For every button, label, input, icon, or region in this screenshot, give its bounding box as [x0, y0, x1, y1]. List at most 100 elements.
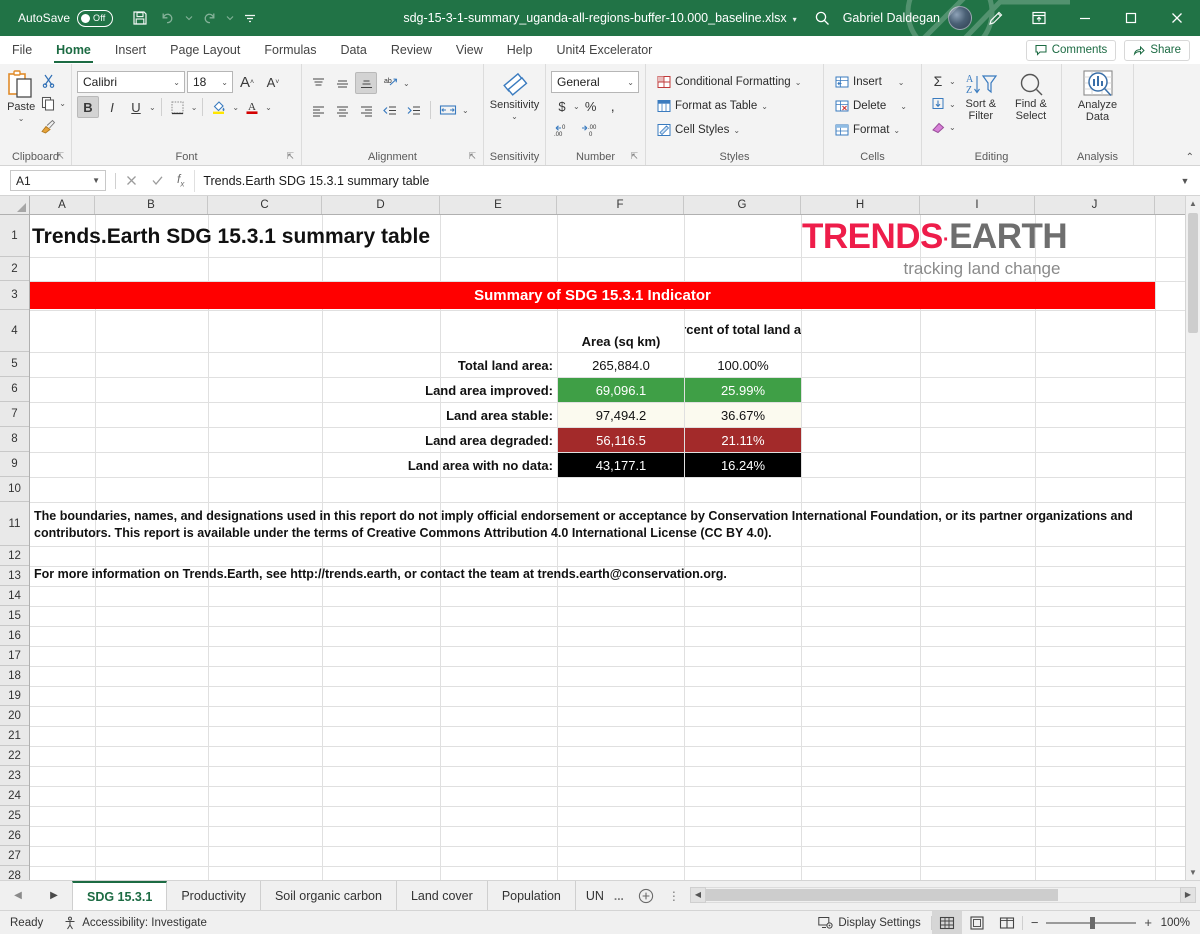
row-header-23[interactable]: 23 [0, 766, 29, 786]
row-label-land-area-improved[interactable]: Land area improved: [323, 378, 557, 402]
row-header-22[interactable]: 22 [0, 746, 29, 766]
contact-text[interactable]: For more information on Trends.Earth, se… [31, 547, 1177, 585]
header-percent-of-total-land-area[interactable]: Percent of total land area [685, 311, 801, 352]
tab-home[interactable]: Home [44, 36, 103, 64]
tab-unit4-excelerator[interactable]: Unit4 Excelerator [544, 36, 664, 64]
enter-icon[interactable] [151, 174, 164, 187]
customize-quick-access-icon[interactable] [237, 5, 263, 31]
sheet-tab-un[interactable]: UN [576, 881, 608, 910]
collapse-ribbon-icon[interactable]: ⌃ [1186, 152, 1194, 163]
zoom-track[interactable] [1046, 922, 1136, 924]
undo-icon[interactable] [155, 5, 181, 31]
delete-cells-button[interactable]: Delete ⌄ [832, 95, 910, 117]
decrease-indent-icon[interactable] [379, 99, 401, 121]
row-header-26[interactable]: 26 [0, 826, 29, 846]
row-header-13[interactable]: 13 [0, 566, 29, 586]
sheet-tab-population[interactable]: Population [488, 881, 576, 910]
conditional-formatting-button[interactable]: Conditional Formatting ⌄ [654, 71, 804, 93]
sheet-tabs-overflow[interactable]: ... [608, 881, 630, 910]
page-layout-view-icon[interactable] [962, 911, 992, 934]
underline-button[interactable]: U [125, 96, 147, 118]
cell-A1-title[interactable]: Trends.Earth SDG 15.3.1 summary table [32, 217, 552, 257]
sheet-tab-productivity[interactable]: Productivity [167, 881, 261, 910]
share-button[interactable]: Share [1124, 40, 1190, 61]
vertical-scrollbar[interactable]: ▲ ▼ [1185, 196, 1200, 880]
undo-dropdown-icon[interactable] [183, 5, 194, 31]
row-header-5[interactable]: 5 [0, 352, 29, 377]
font-color-button[interactable]: A [241, 96, 263, 118]
row-label-land-area-no-data[interactable]: Land area with no data: [323, 453, 557, 477]
avatar[interactable] [948, 6, 972, 30]
row-header-8[interactable]: 8 [0, 427, 29, 452]
column-header-E[interactable]: E [440, 196, 557, 214]
insert-function-icon[interactable]: fx [177, 172, 184, 188]
cell-styles-caret-icon[interactable]: ⌄ [733, 126, 740, 135]
row-header-9[interactable]: 9 [0, 452, 29, 477]
save-icon[interactable] [127, 5, 153, 31]
disclaimer-text[interactable]: The boundaries, names, and designations … [31, 505, 1177, 545]
align-middle-icon[interactable] [331, 72, 353, 94]
select-all-button[interactable] [0, 196, 30, 214]
copy-dropdown-icon[interactable]: ⌄ [59, 99, 66, 108]
add-sheet-button[interactable] [630, 881, 662, 910]
percent-land-area-no-data[interactable]: 16.24% [685, 453, 801, 477]
fill-caret-icon[interactable]: ⌄ [949, 100, 956, 109]
tab-page-layout[interactable]: Page Layout [158, 36, 252, 64]
scroll-down-icon[interactable]: ▼ [1186, 865, 1200, 880]
borders-button[interactable] [167, 96, 189, 118]
font-dialog-launcher[interactable]: ⇱ [286, 148, 294, 164]
font-size-select[interactable]: 18⌄ [187, 71, 233, 93]
search-icon[interactable] [803, 10, 843, 27]
sensitivity-button[interactable]: Sensitivity ⌄ [489, 67, 540, 121]
row-header-18[interactable]: 18 [0, 666, 29, 686]
tab-view[interactable]: View [444, 36, 495, 64]
percent-total-land-area[interactable]: 100.00% [685, 353, 801, 377]
bold-button[interactable]: B [77, 96, 99, 118]
number-format-select[interactable]: General⌄ [551, 71, 639, 93]
value-land-area-improved[interactable]: 69,096.1 [558, 378, 684, 402]
row-header-25[interactable]: 25 [0, 806, 29, 826]
file-name[interactable]: sdg-15-3-1-summary_uganda-all-regions-bu… [403, 11, 786, 25]
row-header-17[interactable]: 17 [0, 646, 29, 666]
close-icon[interactable] [1154, 0, 1200, 36]
summary-banner[interactable]: Summary of SDG 15.3.1 Indicator [30, 282, 1155, 309]
clear-caret-icon[interactable]: ⌄ [949, 123, 956, 132]
delete-cells-caret-icon[interactable]: ⌄ [900, 102, 907, 111]
font-family-caret-icon[interactable]: ⌄ [173, 78, 180, 87]
header-area-sq-km[interactable]: Area (sq km) [558, 311, 684, 352]
fill-color-button[interactable] [208, 96, 230, 118]
percent-land-area-improved[interactable]: 25.99% [685, 378, 801, 402]
name-box-caret-icon[interactable]: ▼ [92, 176, 100, 185]
row-label-land-area-degraded[interactable]: Land area degraded: [323, 428, 557, 452]
percent-format-button[interactable]: % [580, 95, 602, 117]
align-bottom-icon[interactable] [355, 72, 377, 94]
comments-button[interactable]: Comments [1026, 40, 1117, 61]
font-color-dropdown-icon[interactable]: ⌄ [265, 103, 272, 112]
row-header-4[interactable]: 4 [0, 310, 29, 352]
row-header-10[interactable]: 10 [0, 477, 29, 502]
fill-icon[interactable] [927, 93, 949, 115]
tab-review[interactable]: Review [379, 36, 444, 64]
value-land-area-no-data[interactable]: 43,177.1 [558, 453, 684, 477]
pen-annotate-icon[interactable] [982, 5, 1008, 31]
decrease-font-size-button[interactable]: A˅ [261, 71, 285, 93]
row-label-land-area-stable[interactable]: Land area stable: [323, 403, 557, 427]
normal-view-icon[interactable] [932, 911, 962, 934]
column-header-A[interactable]: A [30, 196, 95, 214]
increase-indent-icon[interactable] [403, 99, 425, 121]
find-and-select-button[interactable]: Find & Select [1006, 70, 1056, 122]
cancel-icon[interactable] [125, 174, 138, 187]
align-center-icon[interactable] [331, 99, 353, 121]
column-header-J[interactable]: J [1035, 196, 1155, 214]
align-right-icon[interactable] [355, 99, 377, 121]
number-format-caret-icon[interactable]: ⌄ [627, 78, 634, 87]
zoom-in-button[interactable]: + [1144, 915, 1152, 930]
increase-font-size-button[interactable]: A˄ [235, 71, 259, 93]
row-header-20[interactable]: 20 [0, 706, 29, 726]
column-header-I[interactable]: I [920, 196, 1035, 214]
row-header-21[interactable]: 21 [0, 726, 29, 746]
conditional-formatting-caret-icon[interactable]: ⌄ [795, 78, 802, 87]
percent-land-area-degraded[interactable]: 21.11% [685, 428, 801, 452]
align-left-icon[interactable] [307, 99, 329, 121]
column-header-D[interactable]: D [322, 196, 440, 214]
